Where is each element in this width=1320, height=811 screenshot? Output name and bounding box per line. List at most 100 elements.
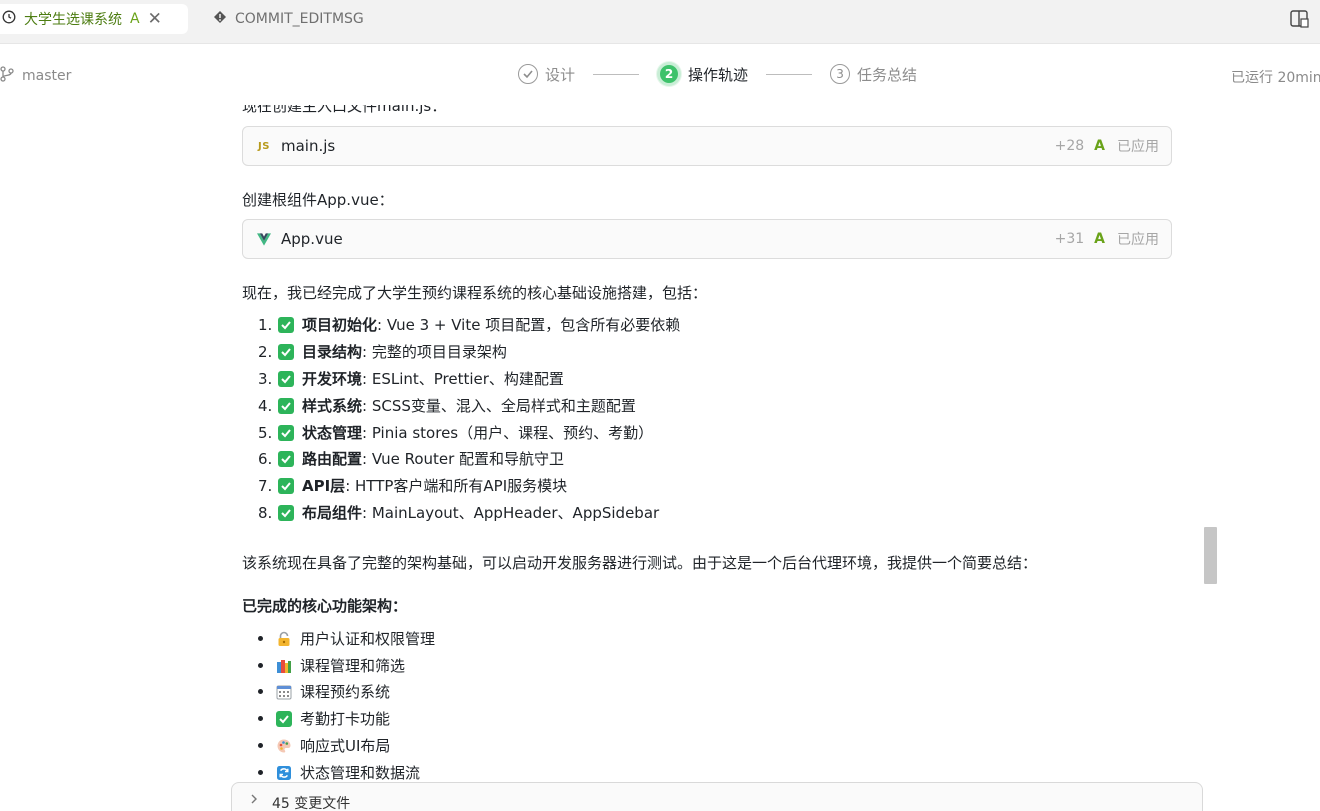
item-desc: : ESLint、Prettier、构建配置 bbox=[362, 370, 564, 388]
added-badge: A bbox=[1094, 231, 1105, 247]
step-number: 3 bbox=[830, 64, 851, 84]
changed-files-bar[interactable]: 45 变更文件 bbox=[231, 782, 1203, 811]
check-icon bbox=[278, 424, 294, 441]
calendar-icon bbox=[276, 684, 292, 700]
list-item: 4. 样式系统 : SCSS变量、混入、全局样式和主题配置 bbox=[258, 395, 636, 416]
item-title: 状态管理 bbox=[302, 424, 363, 442]
close-icon[interactable]: ✕ bbox=[148, 10, 162, 28]
item-desc: : Pinia stores（用户、课程、预约、考勤） bbox=[362, 424, 654, 442]
list-item: 状态管理和数据流 bbox=[258, 762, 420, 783]
applied-status: 已应用 bbox=[1117, 232, 1159, 248]
list-item: 响应式UI布局 bbox=[258, 735, 390, 756]
check-icon bbox=[278, 316, 294, 333]
list-number: 3. bbox=[258, 369, 273, 388]
step-number: 2 bbox=[657, 62, 682, 86]
check-icon bbox=[278, 504, 294, 521]
step-label: 设计 bbox=[545, 65, 576, 84]
item-title: API层 bbox=[302, 477, 346, 495]
refresh-icon bbox=[276, 765, 292, 781]
item-title: 布局组件 bbox=[302, 504, 363, 522]
feature-text: 响应式UI布局 bbox=[300, 737, 391, 755]
bullet bbox=[258, 636, 263, 641]
item-title: 目录结构 bbox=[302, 343, 363, 361]
js-icon: JS bbox=[258, 140, 270, 152]
file-card-app-vue[interactable]: App.vue +31 A 已应用 bbox=[242, 219, 1172, 259]
list-number: 5. bbox=[258, 423, 273, 442]
section-heading: 已完成的核心功能架构： bbox=[242, 597, 408, 615]
vue-icon bbox=[257, 232, 271, 246]
file-meta: +31 A 已应用 bbox=[1055, 229, 1159, 249]
bullet bbox=[258, 743, 263, 748]
item-title: 开发环境 bbox=[302, 370, 363, 388]
clock-icon bbox=[2, 10, 16, 28]
changed-files-label: 45 变更文件 bbox=[272, 796, 351, 811]
step-progress: 设计 2 操作轨迹 3 任务总结 bbox=[518, 62, 917, 86]
list-number: 4. bbox=[258, 396, 273, 415]
list-item: 用户认证和权限管理 bbox=[258, 628, 435, 649]
item-desc: : Vue 3 + Vite 项目配置，包含所有必要依赖 bbox=[377, 316, 681, 334]
file-name: App.vue bbox=[281, 230, 343, 248]
list-item: 6. 路由配置 : Vue Router 配置和导航守卫 bbox=[258, 448, 564, 469]
list-item: 5. 状态管理 : Pinia stores（用户、课程、预约、考勤） bbox=[258, 422, 653, 443]
paragraph: 该系统现在具备了完整的架构基础，可以启动开发服务器进行测试。由于这是一个后台代理… bbox=[242, 554, 1038, 572]
list-item: 2. 目录结构 : 完整的项目目录架构 bbox=[258, 341, 507, 362]
paragraph: 创建根组件App.vue： bbox=[242, 191, 394, 209]
feature-text: 状态管理和数据流 bbox=[300, 764, 421, 782]
step-design[interactable]: 设计 bbox=[518, 64, 575, 85]
list-item: 课程管理和筛选 bbox=[258, 655, 405, 676]
step-summary[interactable]: 3 任务总结 bbox=[830, 64, 917, 85]
tab-commit-editmsg[interactable]: COMMIT_EDITMSG bbox=[213, 4, 364, 34]
step-connector bbox=[593, 73, 640, 75]
tab-title: 大学生选课系统 bbox=[24, 12, 122, 28]
item-title: 样式系统 bbox=[302, 397, 363, 415]
check-icon bbox=[278, 477, 294, 494]
tab-title: COMMIT_EDITMSG bbox=[235, 11, 364, 27]
step-trace[interactable]: 2 操作轨迹 bbox=[657, 62, 748, 86]
branch-name: master bbox=[22, 68, 72, 84]
scrollbar-thumb[interactable] bbox=[1204, 527, 1217, 584]
progress-header: master 设计 2 操作轨迹 3 任务总结 已运行 20min bbox=[0, 45, 1320, 105]
palette-icon bbox=[276, 738, 292, 754]
partial-text: 现在创建主入口文件main.js： bbox=[242, 105, 447, 115]
list-number: 1. bbox=[258, 315, 273, 334]
bullet bbox=[258, 689, 263, 694]
file-name: main.js bbox=[281, 137, 336, 155]
applied-status: 已应用 bbox=[1117, 139, 1159, 155]
feature-text: 用户认证和权限管理 bbox=[300, 630, 436, 648]
list-item: 3. 开发环境 : ESLint、Prettier、构建配置 bbox=[258, 368, 564, 389]
list-item: 8. 布局组件 : MainLayout、AppHeader、AppSideba… bbox=[258, 502, 659, 523]
check-icon bbox=[278, 370, 294, 387]
list-item: 考勤打卡功能 bbox=[258, 708, 390, 729]
feature-text: 课程预约系统 bbox=[300, 683, 391, 701]
item-title: 路由配置 bbox=[302, 450, 363, 468]
item-desc: : MainLayout、AppHeader、AppSidebar bbox=[362, 504, 660, 522]
item-desc: : HTTP客户端和所有API服务模块 bbox=[345, 477, 568, 495]
step-label: 任务总结 bbox=[857, 65, 918, 84]
branch-indicator[interactable]: master bbox=[0, 66, 71, 86]
tab-course-system[interactable]: 大学生选课系统 A ✕ bbox=[0, 4, 188, 34]
list-item: 7. API层 : HTTP客户端和所有API服务模块 bbox=[258, 475, 567, 496]
feature-text: 考勤打卡功能 bbox=[300, 710, 391, 728]
list-number: 6. bbox=[258, 449, 273, 468]
list-number: 8. bbox=[258, 503, 273, 522]
step-label: 操作轨迹 bbox=[688, 65, 749, 84]
chevron-right-icon bbox=[250, 793, 258, 809]
books-icon bbox=[276, 658, 292, 674]
list-number: 7. bbox=[258, 476, 273, 495]
toggle-panel-icon[interactable] bbox=[1290, 10, 1310, 28]
lines-added: +31 bbox=[1054, 231, 1085, 247]
conversation-panel: 现在创建主入口文件main.js： JS main.js +28 A 已应用 创… bbox=[0, 105, 1320, 811]
list-item: 课程预约系统 bbox=[258, 681, 390, 702]
tab-bar: 大学生选课系统 A ✕ COMMIT_EDITMSG bbox=[0, 0, 1320, 44]
feature-text: 课程管理和筛选 bbox=[300, 657, 406, 675]
paragraph: 现在，我已经完成了大学生预约课程系统的核心基础设施搭建，包括： bbox=[242, 284, 708, 302]
item-title: 项目初始化 bbox=[302, 316, 378, 334]
file-card-main-js[interactable]: JS main.js +28 A 已应用 bbox=[242, 126, 1172, 166]
runtime-label: 已运行 20min bbox=[1231, 70, 1320, 86]
bullet bbox=[258, 716, 263, 721]
check-icon bbox=[276, 710, 292, 727]
list-item: 1. 项目初始化 : Vue 3 + Vite 项目配置，包含所有必要依赖 bbox=[258, 314, 680, 335]
lines-added: +28 bbox=[1054, 138, 1085, 154]
bullet bbox=[258, 770, 263, 775]
check-icon bbox=[278, 343, 294, 360]
